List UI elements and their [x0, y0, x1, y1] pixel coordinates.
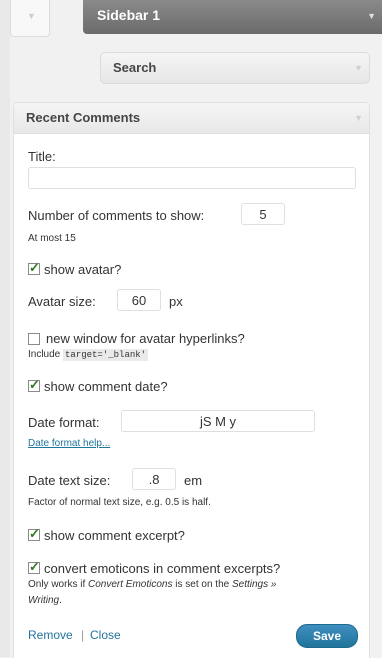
checkmark-icon: ✓ — [29, 377, 40, 392]
widget-title: Search — [113, 60, 157, 75]
sidebar-title: Sidebar 1 — [97, 7, 161, 23]
emoticons-hint-line1: Only works if Convert Emoticons is set o… — [28, 579, 276, 590]
date-format-help-link[interactable]: Date format help... — [28, 438, 110, 449]
close-link[interactable]: Close — [90, 628, 121, 642]
hint-text: is set on the — [175, 579, 230, 590]
remove-link[interactable]: Remove — [28, 628, 73, 642]
show-avatar-checkbox[interactable]: ✓ — [28, 260, 40, 275]
date-text-size-input[interactable] — [132, 468, 176, 490]
widget-header[interactable]: Recent Comments ▼ — [14, 103, 369, 134]
date-format-label: Date format: — [28, 415, 100, 430]
num-comments-input[interactable] — [241, 203, 285, 225]
new-window-checkbox[interactable] — [28, 333, 40, 345]
hint-emphasis: Writing — [28, 595, 60, 606]
sidebar-header[interactable]: Sidebar 1 ▼ — [83, 0, 382, 34]
show-excerpt-checkbox[interactable]: ✓ — [28, 526, 40, 541]
num-comments-label: Number of comments to show: — [28, 208, 205, 223]
show-avatar-label: show avatar? — [44, 262, 122, 277]
num-comments-hint: At most 15 — [28, 233, 76, 244]
avatar-size-label: Avatar size: — [28, 294, 96, 309]
avatar-size-unit: px — [169, 294, 183, 309]
chevron-down-icon[interactable]: ▼ — [27, 11, 36, 21]
hint-emphasis: Convert Emoticons — [88, 579, 173, 590]
save-button[interactable]: Save — [296, 624, 358, 648]
checkmark-icon: ✓ — [29, 526, 40, 541]
hint-prefix: Include — [28, 349, 61, 360]
convert-emoticons-checkbox[interactable]: ✓ — [28, 559, 40, 574]
date-text-size-unit: em — [184, 473, 203, 488]
search-widget[interactable]: Search ▼ — [100, 52, 370, 84]
new-window-label: new window for avatar hyperlinks? — [46, 331, 245, 346]
date-format-input[interactable] — [121, 410, 315, 432]
convert-emoticons-label: convert emoticons in comment excerpts? — [44, 561, 281, 576]
avatar-size-input[interactable] — [117, 289, 161, 311]
widget-title: Recent Comments — [26, 110, 141, 125]
checkmark-icon: ✓ — [29, 260, 40, 275]
date-text-size-hint: Factor of normal text size, e.g. 0.5 is … — [28, 497, 211, 508]
left-strip — [0, 0, 10, 657]
collapsed-sidebar-tab[interactable]: ▼ — [10, 0, 50, 37]
chevron-down-icon[interactable]: ▼ — [354, 113, 363, 123]
footer-separator: | — [81, 628, 85, 642]
hint-code: target='_blank' — [63, 349, 149, 361]
recent-comments-widget: Recent Comments ▼ Title: Number of comme… — [13, 102, 370, 658]
checkmark-icon: ✓ — [29, 559, 40, 574]
new-window-hint: Include target='_blank' — [28, 349, 149, 361]
title-label: Title: — [28, 149, 56, 164]
emoticons-hint-line2: Writing. — [28, 595, 62, 606]
hint-emphasis: Settings » — [231, 579, 277, 590]
hint-text: . — [59, 595, 62, 606]
chevron-down-icon[interactable]: ▼ — [354, 63, 363, 73]
title-input[interactable] — [28, 167, 356, 189]
show-excerpt-label: show comment excerpt? — [44, 528, 185, 543]
show-date-checkbox[interactable]: ✓ — [28, 377, 40, 392]
date-text-size-label: Date text size: — [28, 473, 111, 488]
show-date-label: show comment date? — [44, 379, 168, 394]
chevron-down-icon[interactable]: ▼ — [367, 11, 376, 21]
hint-text: Only works if — [28, 579, 86, 590]
